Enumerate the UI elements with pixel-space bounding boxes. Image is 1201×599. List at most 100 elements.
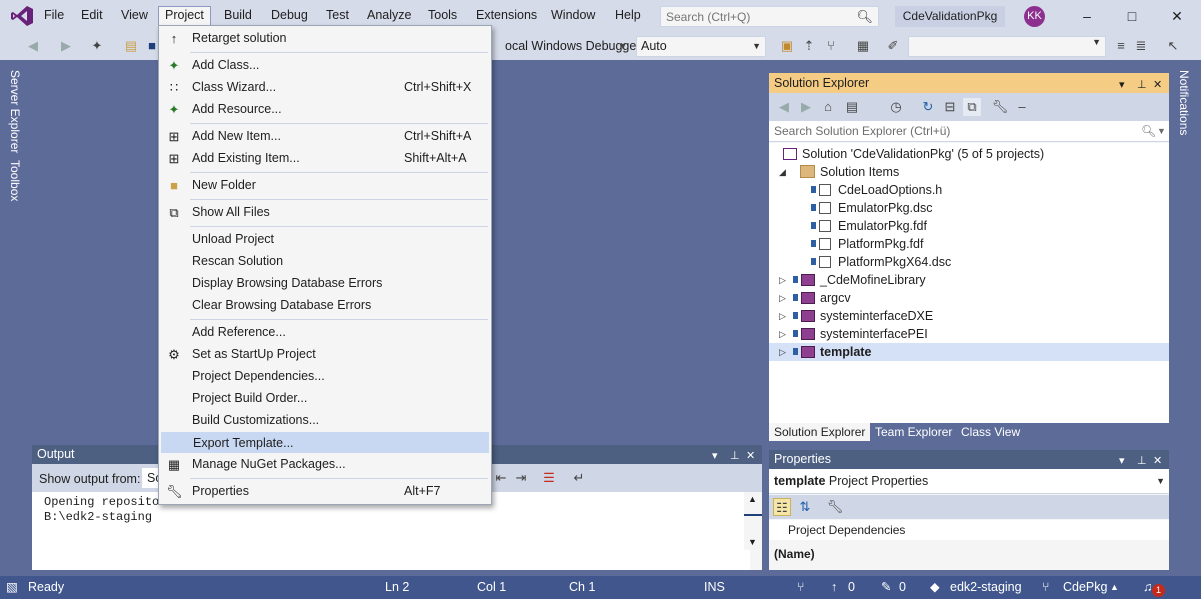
open-folder-icon[interactable]: ▤ [122, 37, 140, 55]
menu-item-add-new-item[interactable]: ⊞ Add New Item... Ctrl+Shift+A [161, 126, 489, 147]
status-branch[interactable]: edk2-staging [950, 576, 1022, 599]
word-wrap-icon[interactable]: ↵ [570, 469, 588, 487]
arrow-up-icon[interactable]: ↑ [831, 576, 837, 599]
menu-tools[interactable]: Tools [422, 7, 463, 26]
menu-item-export-template[interactable]: Export Template... [161, 432, 489, 453]
repo-icon[interactable]: ⑂ [1042, 576, 1050, 599]
history-icon[interactable]: ◷ [887, 98, 905, 116]
tree-file[interactable]: EmulatorPkg.dsc [769, 199, 1169, 217]
search-icon[interactable]: 🔍︎ [856, 9, 873, 25]
branch-icon[interactable]: ⑂ [822, 37, 840, 55]
scroll-down-icon[interactable]: ▼ [748, 537, 757, 547]
tab-team-explorer[interactable]: Team Explorer [870, 423, 957, 441]
collapsed-icon[interactable]: ▷ [779, 343, 786, 361]
menu-help[interactable]: Help [609, 7, 647, 26]
breakpoint-folder-icon[interactable]: ▣ [778, 37, 796, 55]
menu-item-retarget-solution[interactable]: ↑ Retarget solution [161, 28, 489, 49]
menu-item-rescan-solution[interactable]: Rescan Solution [161, 251, 489, 272]
tree-file[interactable]: PlatformPkgX64.dsc [769, 253, 1169, 271]
wrench-icon[interactable]: 🔧︎ [826, 498, 844, 516]
dropdown-icon[interactable]: ▾ [1119, 75, 1125, 95]
avatar[interactable]: KK [1024, 6, 1045, 27]
prev-message-icon[interactable]: ⇤ [492, 469, 510, 487]
menu-item-build-customizations[interactable]: Build Customizations... [161, 410, 489, 431]
pin-icon[interactable]: ⊥ [1137, 75, 1147, 95]
forward-icon[interactable]: ▶ [797, 98, 815, 116]
scroll-thumb[interactable] [744, 514, 762, 516]
comment-icon[interactable]: ▦ [854, 37, 872, 55]
switch-views-icon[interactable]: ▤ [843, 98, 861, 116]
pencil-icon[interactable]: ✎ [881, 576, 891, 599]
minimize-icon[interactable]: – [1067, 4, 1107, 28]
search-input[interactable] [661, 7, 851, 26]
pull-request-icon[interactable]: ⑂ [797, 576, 805, 599]
menu-item-clear-browsing-errors[interactable]: Clear Browsing Database Errors [161, 295, 489, 316]
refresh-icon[interactable]: ↻ [919, 98, 937, 116]
search-box[interactable]: 🔍︎ [660, 6, 879, 27]
home-icon[interactable]: ⌂ [819, 98, 837, 116]
menu-view[interactable]: View [115, 7, 154, 26]
output-scrollbar[interactable]: ▲ ▼ [744, 492, 762, 550]
collapse-all-icon[interactable]: ⊟ [941, 98, 959, 116]
menu-item-properties[interactable]: 🔧︎ Properties Alt+F7 [161, 481, 489, 502]
menu-item-project-build-order[interactable]: Project Build Order... [161, 388, 489, 409]
properties-object-select[interactable]: template Project Properties ▼ [769, 469, 1169, 494]
close-icon[interactable]: ✕ [1157, 4, 1197, 28]
chevron-down-icon[interactable]: ▼ [614, 37, 632, 55]
menu-file[interactable]: File [38, 7, 70, 26]
scroll-up-icon[interactable]: ▲ [748, 494, 757, 504]
menu-item-set-startup-project[interactable]: ⚙ Set as StartUp Project [161, 344, 489, 365]
collapsed-icon[interactable]: ▷ [779, 289, 786, 307]
menu-item-class-wizard[interactable]: ∷ Class Wizard... Ctrl+Shift+X [161, 77, 489, 98]
tree-file[interactable]: CdeLoadOptions.h [769, 181, 1169, 199]
chevron-up-icon[interactable]: ▲ [1110, 576, 1119, 599]
menu-build[interactable]: Build [218, 7, 258, 26]
tree-project[interactable]: ▷ systeminterfaceDXE [769, 307, 1169, 325]
alphabetical-icon[interactable]: ⇅ [796, 498, 814, 516]
property-row[interactable]: Project Dependencies [769, 520, 1169, 540]
side-tab-server-explorer[interactable]: Server Explorer [8, 70, 22, 153]
expanded-icon[interactable]: ◢ [779, 163, 786, 181]
chevron-down-icon[interactable]: ▼ [1157, 121, 1166, 141]
show-all-files-icon[interactable]: ⧉ [963, 98, 981, 116]
preview-icon[interactable]: ‒ [1013, 98, 1031, 116]
side-tab-notifications[interactable]: Notifications [1177, 70, 1191, 135]
wrench-icon[interactable]: 🔧︎ [991, 98, 1009, 116]
forward-icon[interactable]: ▶ [57, 37, 75, 55]
menu-item-add-class[interactable]: ✦ Add Class... [161, 55, 489, 76]
menu-item-manage-nuget[interactable]: ▦ Manage NuGet Packages... [161, 454, 489, 475]
tree-project[interactable]: ▷ systeminterfacePEI [769, 325, 1169, 343]
tab-solution-explorer[interactable]: Solution Explorer [769, 423, 871, 441]
close-icon[interactable]: ✕ [1153, 75, 1162, 95]
status-up-count[interactable]: 0 [848, 576, 855, 599]
menu-test[interactable]: Test [320, 7, 355, 26]
collapsed-icon[interactable]: ▷ [779, 307, 786, 325]
config-select[interactable]: Auto ▼ [636, 36, 766, 57]
clear-all-icon[interactable]: ☰ [540, 469, 558, 487]
menu-edit[interactable]: Edit [75, 7, 109, 26]
tree-project[interactable]: ▷ _CdeMofineLibrary [769, 271, 1169, 289]
tree-file[interactable]: EmulatorPkg.fdf [769, 217, 1169, 235]
tree-project-selected[interactable]: ▷ template [769, 343, 1169, 361]
step-icon[interactable]: ⇡ [800, 37, 818, 55]
format-icon[interactable]: ✐ [884, 37, 902, 55]
collapsed-icon[interactable]: ▷ [779, 271, 786, 289]
maximize-icon[interactable]: □ [1112, 4, 1152, 28]
tab-class-view[interactable]: Class View [956, 423, 1025, 441]
next-message-icon[interactable]: ⇥ [512, 469, 530, 487]
menu-item-add-existing-item[interactable]: ⊞ Add Existing Item... Shift+Alt+A [161, 148, 489, 169]
branch-icon[interactable]: ◆ [930, 576, 940, 599]
menu-debug[interactable]: Debug [265, 7, 314, 26]
menu-project[interactable]: Project [158, 6, 211, 27]
status-repo[interactable]: CdePkg [1063, 576, 1107, 599]
back-icon[interactable]: ◀ [24, 37, 42, 55]
collapsed-icon[interactable]: ▷ [779, 325, 786, 343]
menu-extensions[interactable]: Extensions [470, 7, 543, 26]
menu-item-add-reference[interactable]: Add Reference... [161, 322, 489, 343]
toolbar-select[interactable]: ▼ [908, 36, 1106, 57]
search-icon[interactable]: 🔍︎ [1141, 121, 1156, 141]
tree-project[interactable]: ▷ argcv [769, 289, 1169, 307]
menu-item-show-all-files[interactable]: ⧉ Show All Files [161, 202, 489, 223]
menu-analyze[interactable]: Analyze [361, 7, 417, 26]
side-tab-toolbox[interactable]: Toolbox [8, 160, 22, 201]
